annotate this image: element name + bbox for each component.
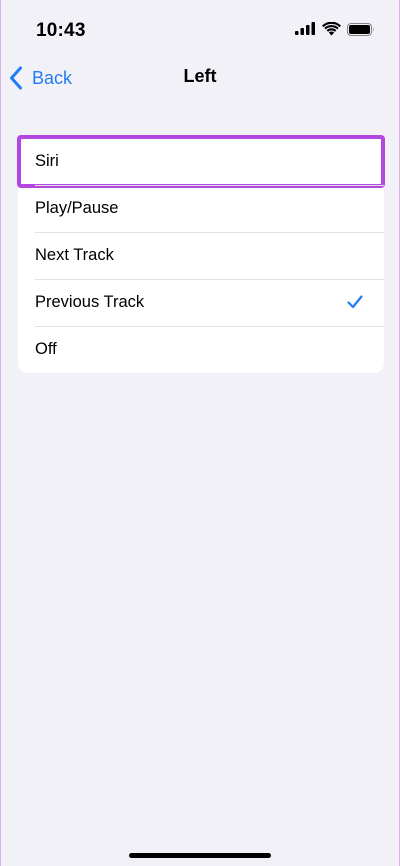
navigation-bar: Back Left (1, 56, 399, 100)
option-previous-track[interactable]: Previous Track (18, 279, 384, 326)
option-label: Siri (35, 152, 59, 170)
status-bar: 10:43 (1, 0, 399, 56)
wifi-icon (322, 22, 341, 36)
option-play-pause[interactable]: Play/Pause (18, 185, 384, 232)
page-title: Left (183, 66, 217, 86)
checkmark-icon (347, 295, 363, 309)
option-off[interactable]: Off (18, 326, 384, 373)
option-label: Next Track (35, 246, 114, 264)
status-time: 10:43 (36, 20, 86, 41)
battery-icon (347, 23, 374, 36)
screen: 10:43 Back Left Siri Play/Pause Next Tra… (0, 0, 400, 866)
signal-icon (295, 22, 315, 35)
option-label: Off (35, 340, 57, 358)
option-label: Previous Track (35, 293, 145, 311)
options-list: Siri Play/Pause Next Track Previous Trac… (17, 135, 385, 373)
home-indicator[interactable] (129, 853, 271, 858)
option-next-track[interactable]: Next Track (18, 232, 384, 279)
option-siri[interactable]: Siri (17, 135, 385, 188)
option-label: Play/Pause (35, 199, 119, 217)
